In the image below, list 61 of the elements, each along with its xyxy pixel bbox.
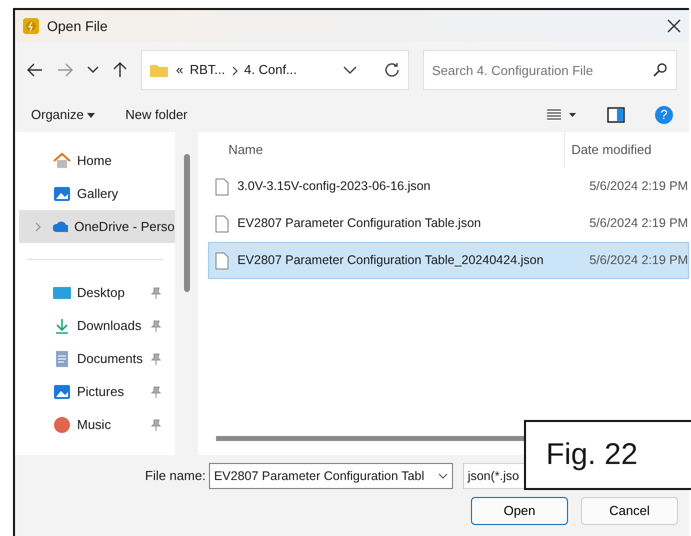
- sidebar-item[interactable]: Pictures: [15, 375, 175, 408]
- file-icon: [215, 252, 230, 270]
- music-icon: [53, 416, 71, 434]
- scroll-thumb[interactable]: [184, 154, 190, 292]
- breadcrumb[interactable]: RBT...: [190, 60, 226, 80]
- overflow-chevron[interactable]: «: [176, 60, 184, 80]
- file-icon: [215, 178, 230, 196]
- help-button[interactable]: ?: [655, 106, 673, 124]
- caret-icon: [87, 113, 96, 118]
- up-arrow-icon[interactable]: [113, 62, 127, 78]
- refresh-icon[interactable]: [384, 62, 400, 78]
- chevron-down-icon[interactable]: [438, 473, 448, 479]
- file-row[interactable]: EV2807 Parameter Configuration Table.json 5/6/2024 2:19 PM: [208, 205, 689, 242]
- download-icon: [53, 316, 71, 334]
- window-title: Open File: [47, 16, 108, 36]
- home-icon: [53, 152, 71, 170]
- search-icon[interactable]: [653, 63, 667, 77]
- close-icon[interactable]: [667, 19, 681, 33]
- gallery-icon: [53, 184, 71, 202]
- file-name-label: File name:: [145, 467, 206, 486]
- search-field[interactable]: Search 4. Configuration File: [423, 50, 677, 90]
- scroll-thumb[interactable]: [216, 436, 526, 441]
- list-view-icon[interactable]: [547, 109, 577, 121]
- cancel-button[interactable]: Cancel: [581, 497, 678, 525]
- sidebar-item[interactable]: Documents: [15, 342, 175, 375]
- sidebar-item[interactable]: Gallery: [15, 177, 175, 210]
- sidebar-item[interactable]: OneDrive - Perso: [19, 210, 175, 243]
- file-name: EV2807 Parameter Configuration Table_20240424.json: [237, 252, 545, 270]
- file-name: 3.0V-3.15V-config-2023-06-16.json: [237, 178, 432, 196]
- file-icon: [215, 214, 230, 232]
- preview-pane-icon[interactable]: [607, 107, 625, 123]
- date-modified: 5/6/2024 2:19 PM: [589, 252, 688, 270]
- chevron-down-icon[interactable]: [87, 66, 99, 74]
- file-type-field[interactable]: json(*.jso: [462, 463, 527, 489]
- file-name: EV2807 Parameter Configuration Table.json: [237, 215, 482, 232]
- sidebar-item[interactable]: Home: [15, 144, 175, 177]
- file-name-field[interactable]: EV2807 Parameter Configuration Tabl: [208, 463, 453, 489]
- sidebar-item[interactable]: Desktop: [15, 276, 175, 309]
- figure-caption: Fig. 22: [524, 420, 691, 490]
- file-row[interactable]: 3.0V-3.15V-config-2023-06-16.json 5/6/2024 2:19 PM: [208, 168, 689, 205]
- app-icon: [23, 18, 39, 34]
- chevron-right-icon[interactable]: [35, 222, 41, 232]
- sidebar-item[interactable]: Music: [15, 408, 175, 441]
- file-row[interactable]: EV2807 Parameter Configuration Table_20240424.json 5/6/2024 2:19 PM: [208, 242, 689, 279]
- column-header[interactable]: Date modified: [564, 132, 652, 168]
- date-modified: 5/6/2024 2:19 PM: [589, 178, 688, 196]
- open-button[interactable]: Open: [471, 497, 568, 525]
- sidebar-item[interactable]: Downloads: [15, 309, 175, 342]
- breadcrumb[interactable]: 4. Conf...: [244, 60, 297, 80]
- chevron-down-icon[interactable]: [342, 66, 356, 74]
- document-icon: [53, 350, 71, 368]
- chevron-right-icon: [232, 66, 238, 76]
- organize-menu[interactable]: Organize: [31, 105, 96, 125]
- new-folder-button[interactable]: New folder: [125, 105, 188, 125]
- gallery-icon: [53, 382, 71, 400]
- forward-arrow-icon[interactable]: [57, 63, 73, 77]
- folder-icon: [150, 63, 168, 77]
- date-modified: 5/6/2024 2:19 PM: [589, 215, 688, 232]
- address-bar[interactable]: « RBT... 4. Conf...: [141, 50, 409, 90]
- column-header[interactable]: Name: [228, 140, 564, 160]
- back-arrow-icon[interactable]: [27, 63, 43, 77]
